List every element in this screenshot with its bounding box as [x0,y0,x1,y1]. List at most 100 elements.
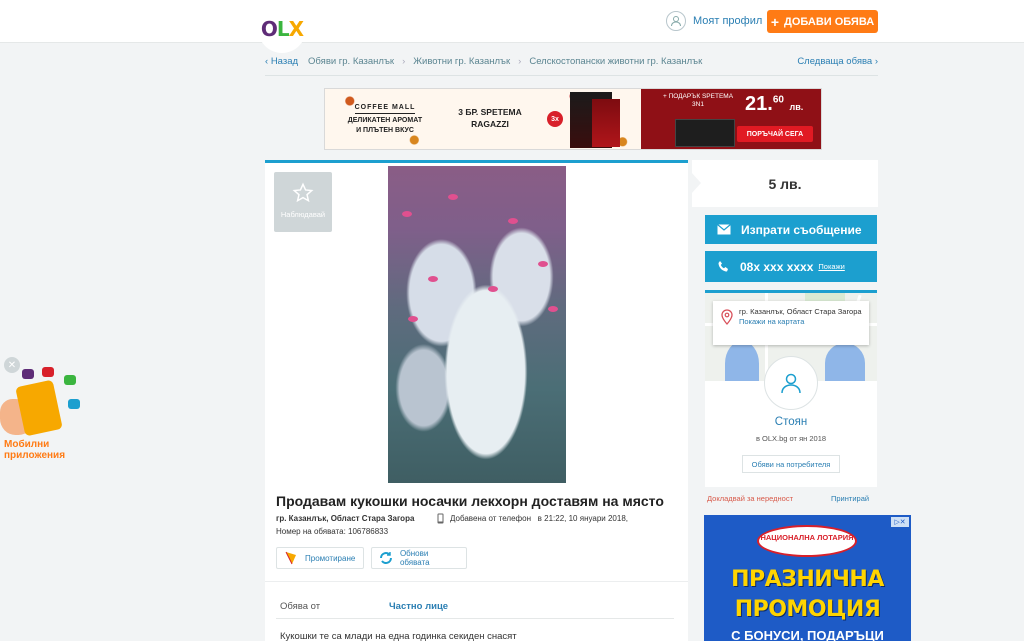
ad-quantity-badge: 3x [547,111,563,127]
photo-detail [408,316,418,322]
app-icon [64,375,76,385]
lottery-headline-1: ПРАЗНИЧНА [731,567,884,592]
ad-brand-text: ДЕЛИКАТЕН АРОМАТ И ПЛЪТЕН ВКУС [347,116,423,134]
map-water [725,341,759,381]
seller-card: гр. Казанлък, Област Стара Загора Покажи… [705,290,877,487]
photo-detail [402,211,412,217]
seller-since: в OLX.bg от ян 2018 [755,434,827,443]
photo-detail [448,194,458,200]
photo-detail [538,261,548,267]
back-label: Назад [270,55,299,67]
listing-photo[interactable] [388,166,566,483]
report-link[interactable]: Докладвай за нередност [707,494,793,503]
offer-from-value[interactable]: Частно лице [389,601,448,612]
watch-label: Наблюдавай [280,210,326,219]
envelope-icon [717,224,731,235]
olx-logo[interactable]: OLX [258,5,306,53]
photo-detail [508,218,518,224]
listing-description: Кукошки те са млади на една годинка секи… [280,631,517,641]
lottery-ad[interactable]: ▷✕ НАЦИОНАЛНА ЛОТАРИЯ ПРАЗНИЧНА ПРОМОЦИЯ… [704,515,911,641]
breadcrumb-item-animals[interactable]: Животни гр. Казанлък › [413,56,521,67]
coffee-pack-image [592,99,620,147]
ad-gift-text: + ПОДАРЪК SPETEMA 3N1 [662,93,734,109]
listing-title: Продавам кукошки носачки лекхорн доставя… [276,493,664,509]
price-box: 5 лв. [691,160,878,207]
next-listing-label: Следваща обява [797,55,873,67]
back-link[interactable]: ‹ Назад [265,56,298,67]
lottery-logo: НАЦИОНАЛНА ЛОТАРИЯ [757,525,857,557]
plus-icon: + [770,13,779,30]
ad-price-main: 21. [745,93,773,115]
breadcrumb-item-farm-animals[interactable]: Селскостопански животни гр. Казанлък [529,56,702,67]
chevron-right-icon: › [402,55,406,67]
mobile-apps-label: Мобилни приложения [4,439,66,461]
show-phone-link[interactable]: Покажи [818,262,844,271]
print-link[interactable]: Принтирай [831,494,869,503]
map-water [825,343,865,381]
add-listing-button[interactable]: + ДОБАВИ ОБЯВА [767,10,878,33]
ad-offer-text: 3 БР. SPETEMA RAGAZZI [458,107,522,129]
user-icon [781,373,801,394]
lottery-headline-2: ПРОМОЦИЯ [734,597,881,622]
promote-button[interactable]: Промотиране [276,547,364,569]
location-popup: гр. Казанлък, Област Стара Загора Покажи… [713,301,869,345]
logo-letter-l: L [276,17,290,41]
ad-brand-name: COFFEE MALL [354,103,416,114]
logo-letter-o: O [260,17,278,41]
refresh-listing-button[interactable]: Обнови обявата [371,547,467,569]
banner-ad[interactable]: COFFEE MALL ДЕЛИКАТЕН АРОМАТ И ПЛЪТЕН ВК… [324,88,822,150]
phone-icon [718,261,728,272]
breadcrumb-label: Обяви гр. Казанлък [308,55,395,67]
kite-icon [285,551,296,565]
ad-price-unit: лв. [789,102,804,112]
added-source: Добавена от телефон [450,514,531,523]
ad-price-cents: 60 [772,94,784,106]
divider [276,618,674,619]
app-icon [42,367,54,377]
user-icon [666,11,686,31]
breadcrumb: ‹ Назад Обяви гр. Казанлък › Животни гр. … [265,53,878,69]
divider [265,75,878,76]
star-icon [292,182,314,203]
breadcrumb-label: Селскостопански животни гр. Казанлък [529,55,703,67]
offer-from-label: Обява от [280,601,321,612]
seller-name[interactable]: Стоян [705,416,877,428]
added-time: в 21:22, 10 януари 2018, [537,514,628,523]
breadcrumb-label: Животни гр. Казанлък [413,55,511,67]
ad-number: Номер на обявата: 106786833 [276,527,389,536]
close-icon[interactable]: ✕ [4,357,20,373]
refresh-icon [379,552,392,564]
photo-detail [488,286,498,292]
listing-price: 5 лв. [768,175,802,192]
next-listing-link[interactable]: Следваща обява › [797,56,878,67]
my-profile-link[interactable]: Моят профил [666,11,762,31]
my-profile-label: Моят профил [693,15,763,27]
ad-price: 21.60 лв. [745,93,803,116]
top-header: OLX Моят профил + ДОБАВИ ОБЯВА [0,0,1024,53]
added-info: Добавена от телефон в 21:22, 10 януари 2… [450,514,628,523]
promote-label: Промотиране [305,553,356,563]
order-now-button[interactable]: ПОРЪЧАЙ СЕГА [737,126,813,142]
ad-close-icon[interactable]: ▷✕ [891,517,909,527]
avatar[interactable] [764,356,818,410]
gift-box-image [675,119,735,147]
send-message-button[interactable]: Изпрати съобщение [705,215,877,244]
show-phone-button[interactable]: 08x xxx xxxx Покажи [705,251,877,282]
listing-location[interactable]: гр. Казанлък, Област Стара Загора [276,514,414,523]
divider [265,581,688,582]
app-icon [68,399,80,409]
logo-letter-x: X [288,17,304,41]
photo-detail [428,276,438,282]
show-on-map-link[interactable]: Покажи на картата [739,317,863,327]
ad-brand: COFFEE MALL ДЕЛИКАТЕН АРОМАТ И ПЛЪТЕН ВК… [345,103,425,135]
breadcrumb-item-ads[interactable]: Обяви гр. Казанлък › [308,56,405,67]
lottery-subline: С БОНУСИ, ПОДАРЪЦИ [731,628,884,641]
mobile-apps-promo[interactable]: ✕ Мобилни приложения [0,355,90,465]
phone-number: 08x xxx xxxx [740,259,814,274]
user-ads-button[interactable]: Обяви на потребителя [742,455,840,473]
refresh-label: Обнови обявата [399,549,430,567]
watch-button[interactable]: Наблюдавай [274,172,332,232]
mobile-phone-icon [437,513,444,526]
location-pin-icon [721,309,733,325]
app-icon [22,369,34,379]
